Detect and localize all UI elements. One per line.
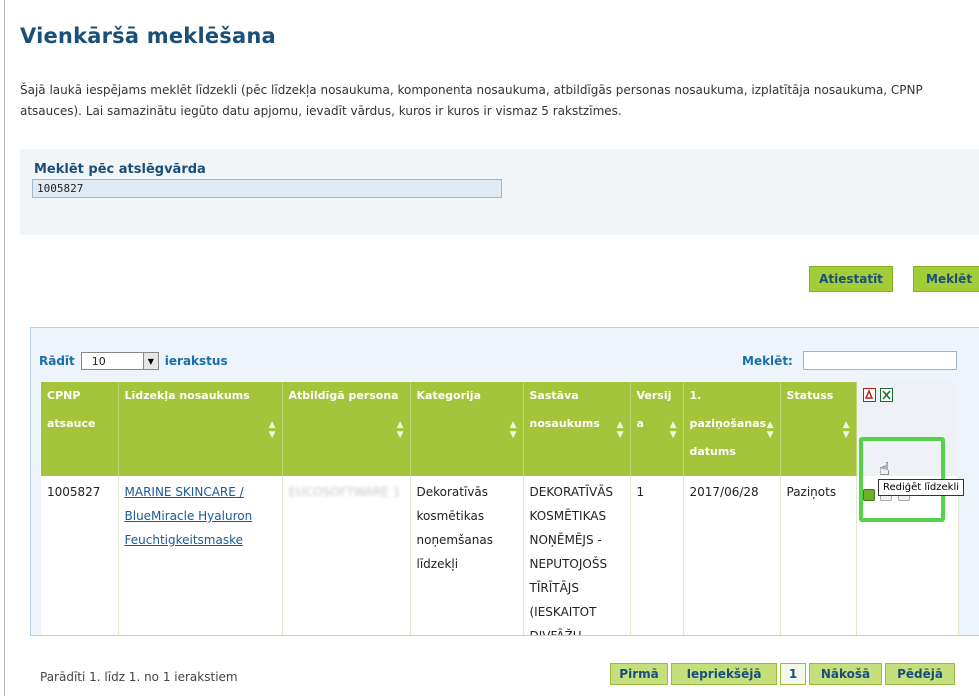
cell-version: 1 (630, 476, 684, 635)
edit-tooltip: Rediģēt līdzekli (878, 479, 965, 496)
column-header-version[interactable]: Versij a ▲ ▼ (630, 382, 684, 476)
responsible-person-text: EUCOSOFTWARE 1 (288, 485, 401, 499)
page-length-value: 10 (91, 354, 106, 368)
cell-product-name: MARINE SKINCARE / BlueMiracle Hyaluron F… (118, 476, 283, 635)
sort-icon: ▲ ▼ (616, 420, 624, 440)
pdf-icon (862, 388, 876, 402)
column-header-formulation[interactable]: Sastāva nosaukums ▲ ▼ (523, 382, 631, 476)
table-filter-label: Meklēt: (742, 354, 793, 368)
hand-cursor-icon: ☝ (879, 459, 890, 480)
cell-cpnp: 1005827 (41, 476, 119, 635)
table-filter-input[interactable] (803, 351, 957, 370)
keyword-search-input[interactable]: 1005827 (32, 179, 502, 198)
cell-first-notification: 2017/06/28 (683, 476, 781, 635)
cell-responsible-person: EUCOSOFTWARE 1 (282, 476, 411, 635)
window-left-border (4, 0, 5, 696)
sort-icon: ▲ ▼ (766, 420, 774, 440)
page-length-select[interactable]: 10 ▼ (80, 352, 159, 370)
reset-button[interactable]: Atiestatīt (809, 266, 893, 292)
column-header-category[interactable]: Kategorija ▲ ▼ (410, 382, 524, 476)
cell-formulation: DEKORATĪVĀS KOSMĒTIKAS NOŅĒMĒJS - NEPUTO… (523, 476, 631, 635)
sort-icon: ▲ ▼ (669, 420, 677, 440)
show-prefix-label: Rādīt (39, 354, 75, 368)
column-header-responsible-person[interactable]: Atbildīgā persona ▲ ▼ (282, 382, 411, 476)
column-header-label: Versij a (636, 389, 672, 430)
sort-icon: ▲ ▼ (268, 420, 276, 440)
sort-icon: ▲ ▼ (396, 420, 404, 440)
show-suffix-label: ierakstus (164, 354, 228, 368)
intro-text: Šajā laukā iespējams meklēt līdzekli (pē… (20, 83, 923, 118)
pagination-page-1[interactable]: 1 (780, 663, 806, 685)
pagination-first-button[interactable]: Pirmā (610, 663, 668, 685)
results-panel: Rādīt 10 ▼ ierakstus Meklēt: CPNP atsauc… (30, 327, 979, 636)
column-header-product-name[interactable]: Līdzekļa nosaukums ▲ ▼ (118, 382, 283, 476)
search-panel: Meklēt pēc atslēgvārda 1005827 (20, 149, 979, 235)
table-header-row: CPNP atsauce Līdzekļa nosaukums ▲ ▼ Atbild… (41, 382, 958, 476)
column-header-label: 1. paziņošanas datums (689, 389, 767, 458)
column-header-label: Līdzekļa nosaukums (124, 389, 250, 402)
cell-status: Paziņots (780, 476, 857, 635)
export-icons (862, 388, 893, 402)
results-table: CPNP atsauce Līdzekļa nosaukums ▲ ▼ Atbild… (41, 382, 959, 635)
column-header-label: Statuss (786, 389, 834, 402)
page-title: Vienkāršā meklēšana (20, 24, 276, 48)
page-length-control: Rādīt 10 ▼ ierakstus (39, 352, 228, 370)
excel-icon (879, 388, 893, 402)
cell-category: Dekoratīvās kosmētikas noņemšanas līdzek… (410, 476, 524, 635)
table-info-text: Parādīti 1. līdz 1. no 1 ierakstiem (40, 670, 238, 684)
chevron-down-icon: ▼ (142, 353, 158, 369)
sort-icon: ▲ ▼ (509, 420, 517, 440)
pagination-next-button[interactable]: Nākošā (809, 663, 882, 685)
search-label: Meklēt pēc atslēgvārda (34, 162, 206, 177)
column-header-status[interactable]: Statuss ▲ ▼ (780, 382, 857, 476)
column-header-label: Atbildīgā persona (288, 389, 399, 402)
column-header-label: CPNP atsauce (47, 389, 96, 430)
column-header-cpnp[interactable]: CPNP atsauce (41, 382, 119, 476)
pagination-previous-button[interactable]: Iepriekšējā (671, 663, 777, 685)
pagination-last-button[interactable]: Pēdējā (885, 663, 955, 685)
product-name-link[interactable]: MARINE SKINCARE / BlueMiracle Hyaluron F… (125, 485, 253, 547)
search-button[interactable]: Meklēt (913, 266, 979, 292)
column-header-first-notification[interactable]: 1. paziņošanas datums ▲ ▼ (683, 382, 781, 476)
column-header-label: Kategorija (416, 389, 482, 402)
table-row: 1005827 MARINE SKINCARE / BlueMiracle Hy… (41, 476, 959, 635)
column-header-label: Sastāva nosaukums (529, 389, 600, 430)
sort-icon: ▲ ▼ (842, 420, 850, 440)
